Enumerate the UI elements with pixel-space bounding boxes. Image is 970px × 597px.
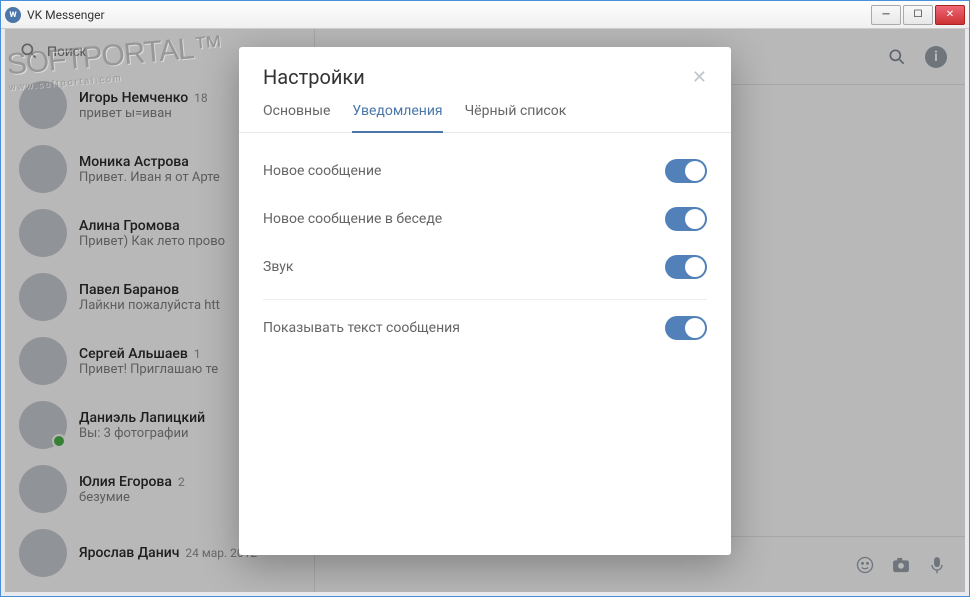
app-window: w VK Messenger ─ ☐ ✕ Игорь Немченко 18 bbox=[0, 0, 970, 597]
tab-основные[interactable]: Основные bbox=[263, 103, 330, 132]
titlebar: w VK Messenger ─ ☐ ✕ bbox=[1, 1, 969, 29]
toggle-show-text[interactable] bbox=[665, 316, 707, 340]
modal-overlay[interactable]: Настройки ✕ Основные Уведомления Чёрный сп… bbox=[5, 29, 965, 592]
tabs: Основные Уведомления Чёрный список bbox=[239, 95, 731, 133]
setting-row: Новое сообщение в беседе bbox=[263, 195, 707, 243]
setting-label: Новое сообщение bbox=[263, 163, 665, 179]
settings-modal: Настройки ✕ Основные Уведомления Чёрный сп… bbox=[239, 47, 731, 555]
modal-header: Настройки ✕ bbox=[239, 47, 731, 95]
toggle[interactable] bbox=[665, 207, 707, 231]
divider bbox=[263, 299, 707, 300]
modal-title: Настройки bbox=[263, 65, 692, 89]
window-controls: ─ ☐ ✕ bbox=[871, 5, 965, 25]
close-button[interactable]: ✕ bbox=[935, 5, 965, 25]
tab-чёрный список[interactable]: Чёрный список bbox=[465, 103, 567, 132]
window-title: VK Messenger bbox=[27, 8, 871, 22]
setting-label: Новое сообщение в беседе bbox=[263, 211, 665, 227]
setting-row: Показывать текст сообщения bbox=[263, 304, 707, 352]
setting-label: Показывать текст сообщения bbox=[263, 320, 665, 336]
close-icon[interactable]: ✕ bbox=[692, 67, 707, 88]
app-body: Игорь Немченко 18 привет ы=иван Моника А… bbox=[1, 29, 969, 596]
maximize-button[interactable]: ☐ bbox=[903, 5, 933, 25]
tab-уведомления[interactable]: Уведомления bbox=[352, 103, 442, 133]
toggle[interactable] bbox=[665, 255, 707, 279]
app-icon: w bbox=[5, 7, 21, 23]
minimize-button[interactable]: ─ bbox=[871, 5, 901, 25]
settings-body: Новое сообщение Новое сообщение в беседе… bbox=[239, 133, 731, 366]
setting-row: Звук bbox=[263, 243, 707, 291]
toggle[interactable] bbox=[665, 159, 707, 183]
setting-label: Звук bbox=[263, 259, 665, 275]
setting-row: Новое сообщение bbox=[263, 147, 707, 195]
